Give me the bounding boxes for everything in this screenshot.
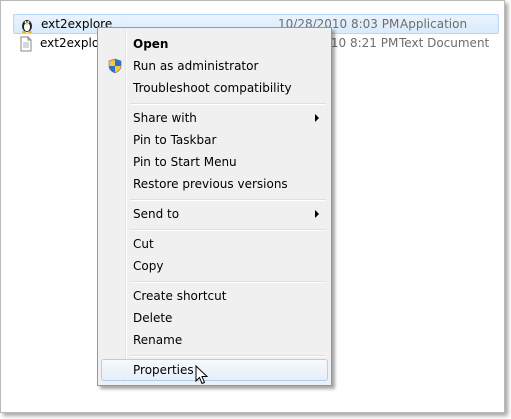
file-type: Application — [400, 17, 468, 31]
menu-item-label: Troubleshoot compatibility — [133, 81, 292, 95]
menu-separator — [130, 281, 326, 283]
menu-item-label: Run as administrator — [133, 59, 259, 73]
menu-item-troubleshoot-compatibility[interactable]: Troubleshoot compatibility — [101, 77, 328, 99]
menu-item-pin-to-taskbar[interactable]: Pin to Taskbar — [101, 129, 328, 151]
menu-item-create-shortcut[interactable]: Create shortcut — [101, 285, 328, 307]
menu-item-label: Share with — [133, 111, 197, 125]
menu-item-properties[interactable]: Properties — [101, 359, 328, 381]
uac-shield-icon — [108, 58, 122, 74]
menu-item-label: Cut — [133, 237, 154, 251]
context-menu: Open Run as administrator Troubleshoot c… — [97, 27, 332, 386]
menu-item-label: Rename — [133, 333, 183, 347]
document-icon — [20, 36, 32, 52]
menu-item-label: Send to — [133, 207, 180, 221]
submenu-arrow-icon — [315, 210, 319, 218]
menu-item-label: Copy — [133, 259, 164, 273]
penguin-icon — [22, 20, 32, 33]
menu-item-label: Open — [133, 37, 169, 51]
menu-item-label: Create shortcut — [133, 289, 227, 303]
menu-item-label: Delete — [133, 311, 173, 325]
menu-separator — [130, 199, 326, 201]
menu-item-pin-to-start-menu[interactable]: Pin to Start Menu — [101, 151, 328, 173]
menu-separator — [130, 103, 326, 105]
menu-separator — [130, 355, 326, 357]
menu-item-send-to[interactable]: Send to — [101, 203, 328, 225]
menu-item-cut[interactable]: Cut — [101, 233, 328, 255]
menu-item-share-with[interactable]: Share with — [101, 107, 328, 129]
menu-item-delete[interactable]: Delete — [101, 307, 328, 329]
file-type: Text Document — [399, 36, 490, 50]
menu-item-open[interactable]: Open — [101, 33, 328, 55]
menu-item-label: Pin to Start Menu — [133, 155, 237, 169]
menu-item-copy[interactable]: Copy — [101, 255, 328, 277]
menu-item-restore-previous-versions[interactable]: Restore previous versions — [101, 173, 328, 195]
menu-separator — [130, 229, 326, 231]
menu-item-rename[interactable]: Rename — [101, 329, 328, 351]
menu-item-label: Pin to Taskbar — [133, 133, 217, 147]
menu-item-run-as-administrator[interactable]: Run as administrator — [101, 55, 328, 77]
submenu-arrow-icon — [315, 114, 319, 122]
mouse-pointer-icon — [195, 365, 209, 385]
menu-item-label: Restore previous versions — [133, 177, 288, 191]
menu-item-label: Properties — [133, 363, 194, 377]
